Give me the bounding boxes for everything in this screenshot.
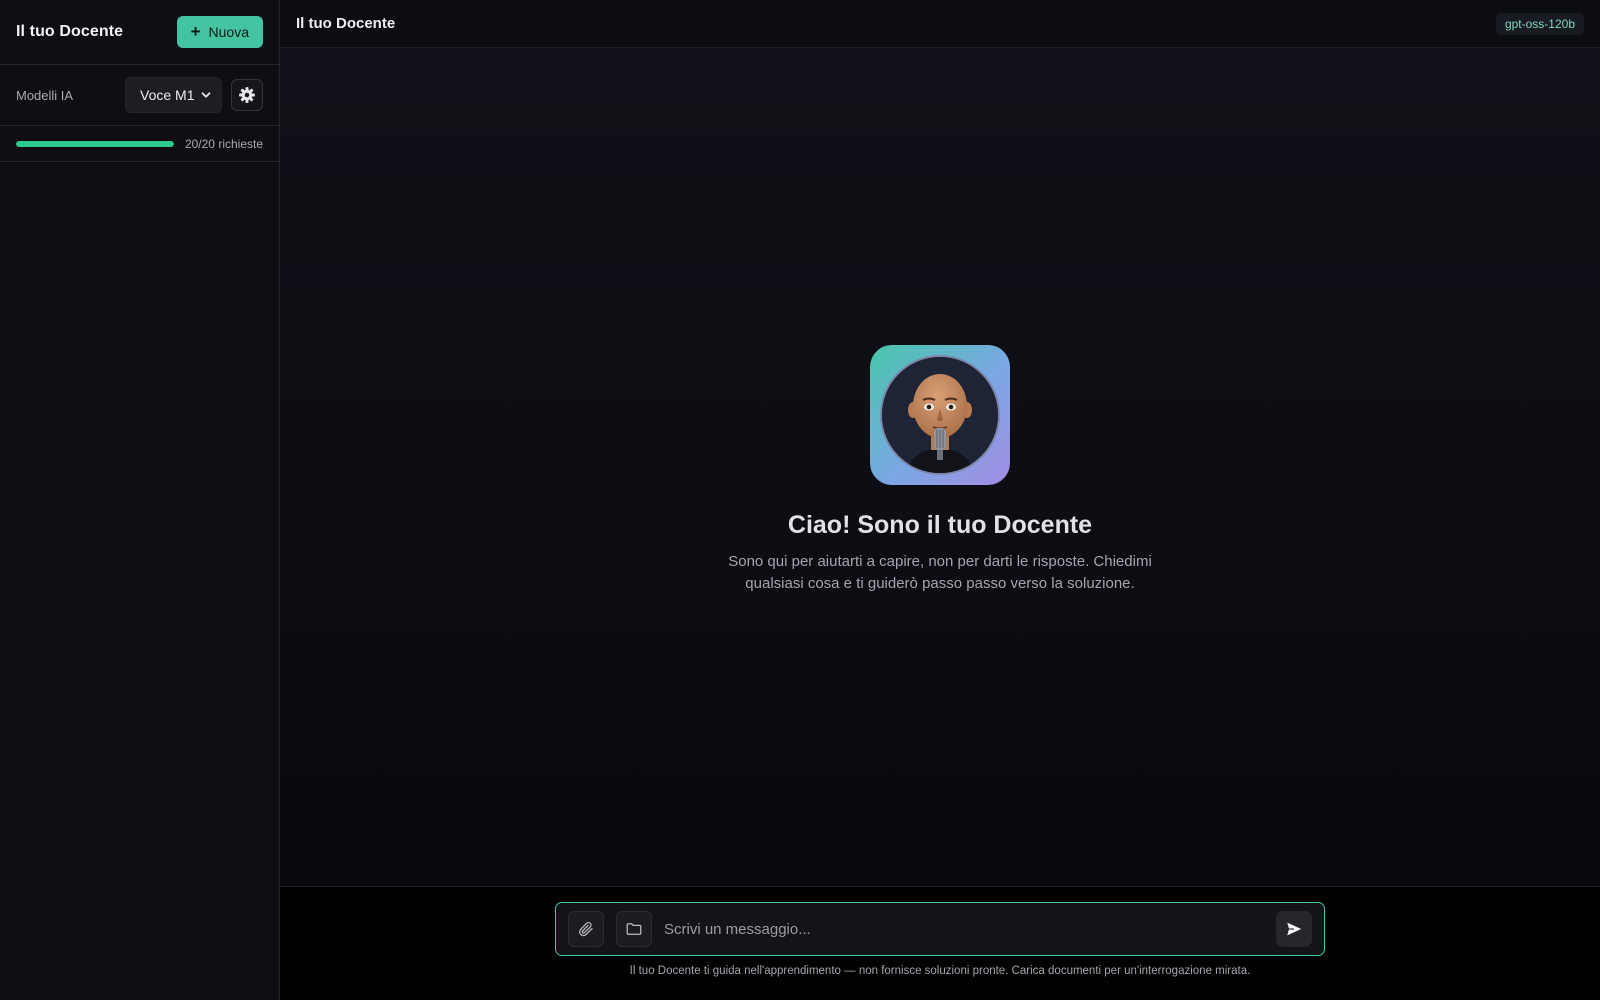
- app-root: Il tuo Docente + Nuova Modelli IA Voce M…: [0, 0, 1600, 1000]
- model-settings-button[interactable]: [231, 79, 263, 111]
- chevron-down-icon: [201, 92, 211, 98]
- sidebar-title: Il tuo Docente: [16, 23, 124, 40]
- chat-area: Ciao! Sono il tuo Docente Sono qui per a…: [280, 48, 1600, 887]
- attach-button[interactable]: [568, 911, 604, 947]
- paperclip-icon: [579, 922, 593, 937]
- welcome-subtitle: Sono qui per aiutarti a capire, non per …: [728, 553, 1152, 592]
- gear-icon: [239, 87, 255, 103]
- composer-area: Il tuo Docente ti guida nell'apprendimen…: [280, 887, 1600, 1000]
- send-button[interactable]: [1276, 911, 1312, 947]
- models-row: Modelli IA Voce M1: [0, 65, 279, 126]
- message-input[interactable]: [664, 911, 1276, 947]
- teacher-avatar: [870, 345, 1010, 485]
- usage-progress-fill: [16, 140, 174, 147]
- models-label: Modelli IA: [16, 87, 74, 103]
- plus-icon: +: [190, 22, 201, 41]
- model-select[interactable]: Voce M1: [125, 77, 222, 113]
- send-icon: [1287, 922, 1302, 936]
- folder-button[interactable]: [616, 911, 652, 947]
- topbar: Il tuo Docente gpt-oss-120b: [280, 0, 1600, 48]
- main-panel: Il tuo Docente gpt-oss-120b Ciao! Sono i…: [280, 0, 1600, 1000]
- teacher-avatar-icon: [880, 355, 1000, 475]
- page-title: Il tuo Docente: [296, 15, 396, 32]
- folder-icon: [626, 923, 642, 935]
- model-badge: gpt-oss-120b: [1495, 12, 1584, 35]
- welcome-title: Ciao! Sono il tuo Docente: [787, 511, 1093, 539]
- usage-row: 20/20 richieste: [0, 126, 279, 162]
- message-composer: [555, 902, 1325, 956]
- new-chat-label: Nuova: [208, 24, 249, 40]
- usage-text: 20/20 richieste: [184, 136, 263, 151]
- usage-progress-bar: [16, 140, 174, 147]
- sidebar-header: Il tuo Docente + Nuova: [0, 0, 279, 65]
- new-chat-button[interactable]: + Nuova: [176, 16, 263, 48]
- footer-disclaimer: Il tuo Docente ti guida nell'apprendimen…: [629, 965, 1251, 977]
- model-select-value: Voce M1: [140, 87, 195, 103]
- sidebar: Il tuo Docente + Nuova Modelli IA Voce M…: [0, 0, 280, 1000]
